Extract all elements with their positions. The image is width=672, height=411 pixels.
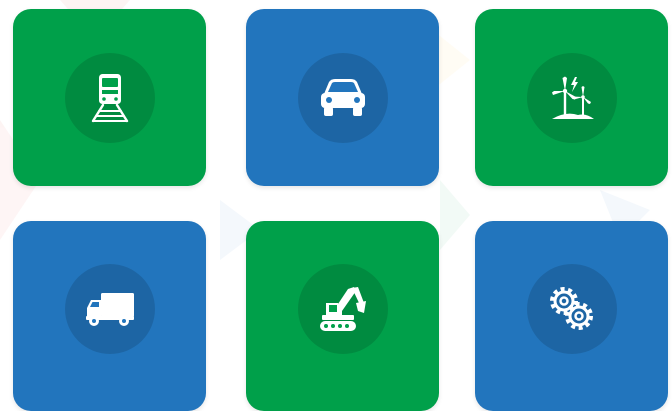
gears-icon-circle xyxy=(526,264,617,354)
wind-turbine-tile[interactable] xyxy=(475,9,668,186)
gears-tile[interactable] xyxy=(475,221,668,411)
wind-turbine-icon-circle xyxy=(526,52,617,143)
excavator-tile[interactable] xyxy=(246,221,439,411)
wind-turbine-icon xyxy=(551,76,594,119)
truck-icon xyxy=(85,293,134,326)
gears-icon xyxy=(549,287,593,330)
train-icon xyxy=(91,73,128,122)
truck-tile[interactable] xyxy=(13,221,206,411)
truck-icon-circle xyxy=(64,264,155,354)
train-icon-circle xyxy=(64,52,155,143)
excavator-icon xyxy=(319,287,366,331)
car-tile[interactable] xyxy=(246,9,439,186)
excavator-icon-circle xyxy=(297,264,388,354)
train-tile[interactable] xyxy=(13,9,206,186)
car-icon-circle xyxy=(297,52,388,143)
car-icon xyxy=(320,78,365,116)
